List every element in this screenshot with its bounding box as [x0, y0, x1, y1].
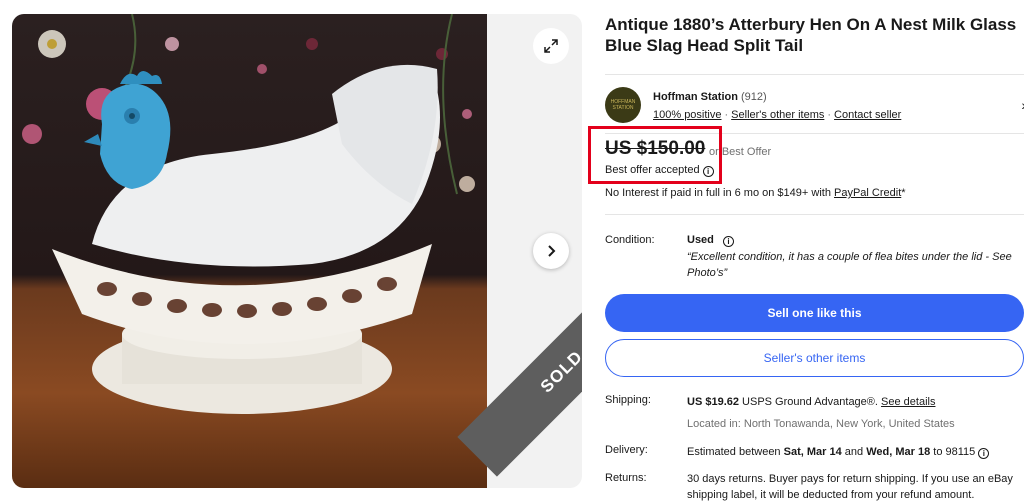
- delivery-start: Sat, Mar 14: [783, 446, 842, 458]
- shipping-reg: ®.: [866, 396, 878, 408]
- delivery-info-icon[interactable]: i: [978, 448, 990, 459]
- condition-value-block: Used i: [687, 232, 1024, 248]
- delivery-suffix: to 98115: [933, 446, 976, 458]
- offer-accepted-text: Best offer accepted: [605, 164, 700, 176]
- contact-seller-link[interactable]: Contact seller: [834, 109, 901, 121]
- seller-card[interactable]: HOFFMAN STATION Hoffman Station (912) 10…: [605, 74, 1024, 134]
- condition-value: Used: [687, 234, 714, 246]
- best-offer-text: or Best Offer: [709, 146, 772, 158]
- delivery-value: Estimated between Sat, Mar 14 and Wed, M…: [687, 444, 1024, 460]
- seller-links: 100% positive · Seller's other items · Conta…: [653, 109, 902, 121]
- seller-name[interactable]: Hoffman Station: [653, 91, 738, 103]
- returns-label: Returns:: [605, 472, 647, 484]
- image-gallery: SOLD: [12, 14, 582, 488]
- seller-feedback-link[interactable]: 100% positive: [653, 109, 722, 121]
- seller-other-items-link[interactable]: Seller's other items: [731, 109, 824, 121]
- listing-details: Antique 1880’s Atterbury Hen On A Nest M…: [588, 14, 1024, 501]
- item-location: Located in: North Tonawanda, New York, U…: [687, 418, 955, 430]
- expand-icon: [544, 39, 558, 53]
- divider: [605, 214, 1024, 215]
- info-icon[interactable]: i: [702, 166, 714, 177]
- see-details-link[interactable]: See details: [881, 396, 935, 408]
- price: US $150.00: [605, 138, 706, 159]
- chevron-right-icon: [548, 245, 556, 257]
- seller-avatar-logo-text: HOFFMAN STATION: [610, 99, 636, 111]
- delivery-label: Delivery:: [605, 444, 648, 456]
- listing-photo[interactable]: [12, 14, 487, 488]
- next-image-button[interactable]: [533, 233, 569, 269]
- shipping-value: US $19.62 USPS Ground Advantage®. See de…: [687, 394, 1024, 410]
- returns-text: 30 days returns. Buyer pays for return s…: [687, 473, 1013, 501]
- paypal-credit-line: No Interest if paid in full in 6 mo on $…: [605, 187, 906, 199]
- offer-accepted: Best offer accepted i: [605, 164, 714, 177]
- delivery-end: Wed, Mar 18: [866, 446, 931, 458]
- condition-info-icon[interactable]: i: [722, 236, 734, 247]
- hen-photo-illustration: [22, 14, 475, 414]
- credit-suffix: *: [901, 187, 906, 199]
- shipping-service: USPS Ground Advantage: [742, 396, 867, 408]
- seller-name-line: Hoffman Station (912): [653, 91, 767, 103]
- paypal-credit-link[interactable]: PayPal Credit: [834, 187, 901, 199]
- shipping-label: Shipping:: [605, 394, 651, 406]
- credit-text: No Interest if paid in full in 6 mo on $…: [605, 187, 831, 199]
- shipping-cost: US $19.62: [687, 396, 739, 408]
- sellers-other-items-button[interactable]: Seller's other items: [605, 339, 1024, 377]
- sell-one-like-this-button[interactable]: Sell one like this: [605, 294, 1024, 332]
- seller-avatar[interactable]: HOFFMAN STATION: [605, 87, 641, 123]
- condition-label: Condition:: [605, 234, 655, 246]
- delivery-prefix: Estimated between: [687, 446, 781, 458]
- condition-note: “Excellent condition, it has a couple of…: [687, 251, 1012, 279]
- listing-title: Antique 1880’s Atterbury Hen On A Nest M…: [605, 15, 1017, 55]
- seller-feedback-count: (912): [741, 91, 767, 103]
- delivery-and: and: [844, 446, 864, 458]
- expand-image-button[interactable]: [533, 28, 569, 64]
